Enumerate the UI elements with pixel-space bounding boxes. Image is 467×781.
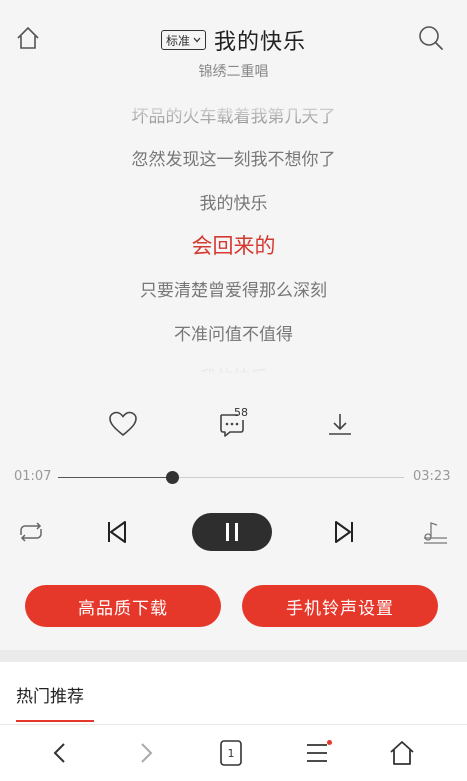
menu-icon xyxy=(307,744,327,762)
previous-button[interactable] xyxy=(98,514,136,550)
quality-selector[interactable]: 标准 xyxy=(160,30,206,50)
cta-row: 高品质下载 手机铃声设置 xyxy=(0,585,467,627)
download-button[interactable] xyxy=(320,404,360,444)
next-button[interactable] xyxy=(325,514,363,550)
browser-bottom-nav: 1 xyxy=(0,724,467,781)
comment-count-badge: 58 xyxy=(234,406,248,419)
playlist-icon xyxy=(424,522,447,544)
heart-icon xyxy=(109,411,137,437)
hot-recommend-section: 热门推荐 xyxy=(0,662,467,724)
lyric-line: 忽然发现这一刻我不想你了 xyxy=(131,150,336,170)
lyric-line: 不准问值不值得 xyxy=(174,325,293,345)
notification-dot xyxy=(327,740,332,745)
like-button[interactable] xyxy=(103,404,143,444)
chevron-down-icon xyxy=(193,37,201,43)
title-row: 标准 我的快乐 xyxy=(0,22,467,58)
previous-icon xyxy=(108,521,126,543)
ringtone-setting-button[interactable]: 手机铃声设置 xyxy=(242,585,438,627)
lyric-line: 坏品的火车载着我第几天了 xyxy=(131,107,336,127)
progress-track[interactable] xyxy=(58,471,404,484)
forward-button[interactable] xyxy=(128,735,164,771)
elapsed-time: 01:07 xyxy=(14,469,52,484)
home-nav-icon xyxy=(390,741,414,765)
lyric-line: 我的快乐 xyxy=(0,363,467,374)
progress-thumb[interactable] xyxy=(166,471,180,484)
back-icon xyxy=(53,743,65,763)
section-divider xyxy=(0,650,467,662)
pause-icon xyxy=(226,523,238,541)
progress-fill xyxy=(58,477,173,478)
pause-button[interactable] xyxy=(192,513,272,551)
next-icon xyxy=(335,521,353,543)
menu-button[interactable] xyxy=(299,735,335,771)
hq-download-button[interactable]: 高品质下载 xyxy=(25,585,221,627)
hot-recommend-tab[interactable]: 热门推荐 xyxy=(16,682,84,707)
tabs-button[interactable]: 1 xyxy=(213,735,249,771)
search-icon xyxy=(419,26,443,50)
tab-count: 1 xyxy=(227,746,235,760)
progress-bar[interactable]: 01:07 03:23 xyxy=(0,462,467,492)
download-icon xyxy=(329,414,351,435)
lyric-line: 只要清楚曾爱得那么深刻 xyxy=(140,281,327,301)
back-button[interactable] xyxy=(42,735,78,771)
lyric-line: 我的快乐 xyxy=(199,194,268,214)
tab-underline xyxy=(16,720,94,722)
repeat-icon xyxy=(20,522,42,542)
lyrics-panel[interactable]: 坏品的火车载着我第几天了 忽然发现这一刻我不想你了 我的快乐 会回来的 只要清楚… xyxy=(0,98,467,374)
song-title: 我的快乐 xyxy=(214,30,307,55)
repeat-button[interactable] xyxy=(12,514,50,550)
playlist-button[interactable] xyxy=(416,514,454,550)
player-screen: 标准 我的快乐 锦绣二重唱 坏品的火车载着我第几天了 忽然发现这一刻我不想你了 … xyxy=(0,0,467,650)
lyric-line-current: 会回来的 xyxy=(191,234,276,258)
total-time: 03:23 xyxy=(413,469,451,484)
search-button[interactable] xyxy=(413,20,449,56)
home-nav-button[interactable] xyxy=(384,735,420,771)
playback-controls xyxy=(0,510,467,554)
quality-label: 标准 xyxy=(165,33,190,48)
artist-name: 锦绣二重唱 xyxy=(198,64,269,80)
forward-icon xyxy=(141,743,153,763)
